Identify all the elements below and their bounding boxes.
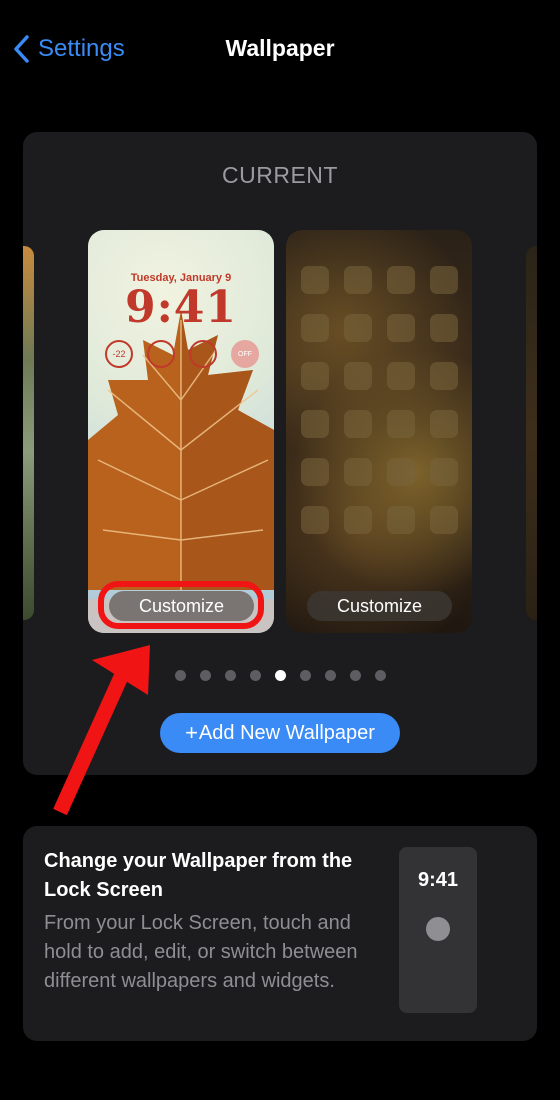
app-icon-placeholder xyxy=(430,410,458,438)
current-wallpaper-card: CURRENT Tuesday, January 9 9:41 -22 OFF xyxy=(23,132,537,775)
page-indicator xyxy=(23,670,537,681)
page-title: Wallpaper xyxy=(225,35,335,61)
lock-screen-tip-card: Change your Wallpaper from the Lock Scre… xyxy=(23,826,537,1041)
home-screen-preview[interactable] xyxy=(286,230,472,633)
customize-home-screen-button[interactable]: Customize xyxy=(307,591,452,621)
app-icon-placeholder xyxy=(387,506,415,534)
page-dot[interactable] xyxy=(374,670,386,681)
add-new-wallpaper-label: Add New Wallpaper xyxy=(198,721,375,744)
app-icon-placeholder xyxy=(387,314,415,342)
page-dot[interactable] xyxy=(174,670,186,681)
ring-widget xyxy=(189,340,217,368)
page-dot[interactable] xyxy=(249,670,261,681)
app-icon-placeholder xyxy=(301,506,329,534)
app-icon-placeholder xyxy=(387,362,415,390)
page-dot[interactable] xyxy=(224,670,236,681)
highlight-annotation xyxy=(98,581,264,629)
app-icon-placeholder xyxy=(430,362,458,390)
app-icon-placeholder xyxy=(301,362,329,390)
app-icon-placeholder xyxy=(387,410,415,438)
app-icon-placeholder xyxy=(344,362,372,390)
app-icon-placeholder xyxy=(430,314,458,342)
previous-wallpaper-peek[interactable] xyxy=(23,246,34,620)
app-icon-placeholder xyxy=(344,410,372,438)
app-icon-placeholder xyxy=(430,458,458,486)
tip-title: Change your Wallpaper from the Lock Scre… xyxy=(44,850,353,901)
app-icon-placeholder xyxy=(301,266,329,294)
app-icon-placeholder xyxy=(387,458,415,486)
focus-off-widget: OFF xyxy=(231,340,259,368)
app-icon-placeholder xyxy=(344,458,372,486)
illustration-time: 9:41 xyxy=(417,869,459,891)
lock-screen-illustration: 9:41 xyxy=(399,847,477,1013)
app-icon-placeholder xyxy=(344,266,372,294)
nav-bar: Settings Wallpaper xyxy=(0,0,560,100)
app-icon-placeholder xyxy=(344,506,372,534)
add-new-wallpaper-button[interactable]: + Add New Wallpaper xyxy=(160,713,400,753)
page-dot[interactable] xyxy=(299,670,311,681)
app-icon-placeholder xyxy=(430,506,458,534)
app-icon-placeholder xyxy=(387,266,415,294)
app-icon-placeholder xyxy=(301,314,329,342)
app-icon-placeholder xyxy=(301,410,329,438)
app-icon-placeholder xyxy=(301,458,329,486)
lock-screen-preview[interactable]: Tuesday, January 9 9:41 -22 OFF xyxy=(88,230,274,633)
touch-indicator-icon xyxy=(426,917,450,941)
activity-rings-widget xyxy=(147,340,175,368)
page-dot[interactable] xyxy=(324,670,336,681)
temperature-widget: -22 xyxy=(105,340,133,368)
page-dot[interactable] xyxy=(349,670,361,681)
app-icon-placeholder xyxy=(344,314,372,342)
page-dot[interactable] xyxy=(274,670,286,681)
app-icon-grid xyxy=(301,266,458,534)
plus-icon: + xyxy=(185,720,198,745)
current-label: CURRENT xyxy=(222,162,338,188)
next-wallpaper-peek[interactable] xyxy=(526,246,537,620)
app-icon-placeholder xyxy=(430,266,458,294)
tip-description: From your Lock Screen, touch and hold to… xyxy=(44,912,358,992)
lock-time: 9:41 xyxy=(124,282,238,333)
page-dot[interactable] xyxy=(199,670,211,681)
